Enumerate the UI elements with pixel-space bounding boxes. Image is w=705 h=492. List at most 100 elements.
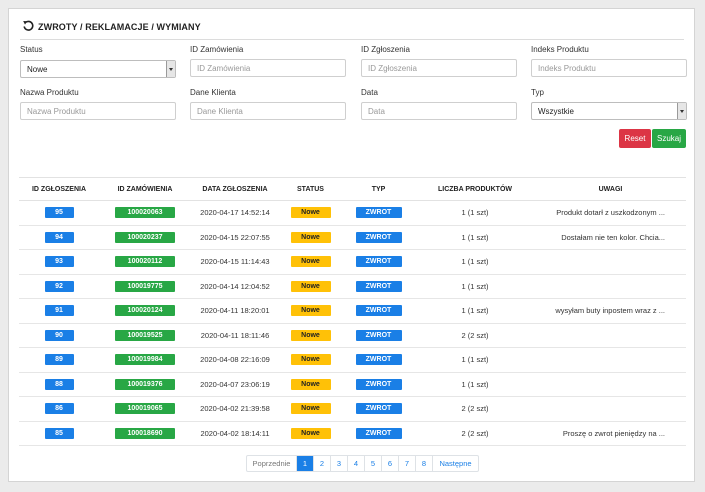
product-count: 1 (1 szt) xyxy=(415,298,535,324)
order-id-label: ID Zamówienia xyxy=(190,45,244,54)
status-select[interactable]: Nowe xyxy=(20,60,176,78)
request-id-badge[interactable]: 93 xyxy=(44,256,74,268)
product-index-label: Indeks Produktu xyxy=(531,45,589,54)
notes-text xyxy=(535,249,686,275)
type-badge: ZWROT xyxy=(355,280,402,292)
table-row[interactable]: 93 100020112 2020-04-15 11:14:43 Nowe ZW… xyxy=(19,249,686,275)
type-badge: ZWROT xyxy=(355,207,402,219)
status-badge: Nowe xyxy=(290,427,331,439)
order-id-badge[interactable]: 100020063 xyxy=(115,207,175,219)
type-select[interactable]: Wszystkie xyxy=(531,102,687,120)
request-id-badge[interactable]: 95 xyxy=(44,207,74,219)
status-badge: Nowe xyxy=(290,378,331,390)
product-count: 2 (2 szt) xyxy=(415,323,535,348)
pagination-page-1[interactable]: 1 xyxy=(297,456,314,471)
product-count: 1 (1 szt) xyxy=(415,372,535,397)
date-input[interactable]: Data xyxy=(361,102,517,120)
notes-text: Proszę o zwrot pieniędzy na ... xyxy=(535,421,686,446)
status-badge: Nowe xyxy=(290,329,331,341)
notes-text: wysyłam buty inpostem wraz z ... xyxy=(535,298,686,324)
product-name-input[interactable]: Nazwa Produktu xyxy=(20,102,176,120)
order-id-badge[interactable]: 100019065 xyxy=(115,403,175,415)
order-id-badge[interactable]: 100018690 xyxy=(115,427,175,439)
pagination-page-4[interactable]: 4 xyxy=(348,456,365,471)
col-header-date[interactable]: DATA ZGŁOSZENIA xyxy=(191,177,279,201)
order-id-badge[interactable]: 100020112 xyxy=(115,256,175,268)
pagination-page-2[interactable]: 2 xyxy=(314,456,331,471)
pagination-page-5[interactable]: 5 xyxy=(365,456,382,471)
pagination-next[interactable]: Następne xyxy=(433,456,478,471)
table-row[interactable]: 91 100020124 2020-04-11 18:20:01 Nowe ZW… xyxy=(19,298,686,324)
product-count: 2 (2 szt) xyxy=(415,421,535,446)
notes-text xyxy=(535,347,686,373)
table-row[interactable]: 85 100018690 2020-04-02 18:14:11 Nowe ZW… xyxy=(19,421,686,446)
request-id-badge[interactable]: 90 xyxy=(44,329,74,341)
request-date: 2020-04-15 11:14:43 xyxy=(191,249,279,275)
type-badge: ZWROT xyxy=(355,354,402,366)
order-id-badge[interactable]: 100019775 xyxy=(115,280,175,292)
request-id-input[interactable]: ID Zgłoszenia xyxy=(361,59,517,77)
select-arrow-icon xyxy=(677,103,686,119)
request-id-badge[interactable]: 94 xyxy=(44,231,74,243)
notes-text xyxy=(535,396,686,422)
type-badge: ZWROT xyxy=(355,231,402,243)
type-badge: ZWROT xyxy=(355,329,402,341)
col-header-order-id[interactable]: ID ZAMÓWIENIA xyxy=(99,177,191,201)
order-id-badge[interactable]: 100019376 xyxy=(115,378,175,390)
pagination-page-6[interactable]: 6 xyxy=(382,456,399,471)
col-header-type[interactable]: TYP xyxy=(342,177,415,201)
order-id-badge[interactable]: 100019984 xyxy=(115,354,175,366)
status-badge: Nowe xyxy=(290,280,331,292)
col-header-request-id[interactable]: ID ZGŁOSZENIA xyxy=(19,177,99,201)
notes-text xyxy=(535,323,686,348)
reset-button[interactable]: Reset xyxy=(619,129,651,148)
product-count: 1 (1 szt) xyxy=(415,200,535,226)
request-id-badge[interactable]: 89 xyxy=(44,354,74,366)
panel-header: ZWROTY / REKLAMACJE / WYMIANY xyxy=(20,17,684,40)
request-id-badge[interactable]: 88 xyxy=(44,378,74,390)
date-label: Data xyxy=(361,88,378,97)
pagination-prev[interactable]: Poprzednie xyxy=(247,456,297,471)
customer-input[interactable]: Dane Klienta xyxy=(190,102,346,120)
order-id-badge[interactable]: 100019525 xyxy=(115,329,175,341)
pagination-page-8[interactable]: 8 xyxy=(416,456,433,471)
refresh-icon xyxy=(23,20,34,31)
notes-text xyxy=(535,274,686,299)
pagination: Poprzednie 1 2 3 4 5 6 7 8 Następne xyxy=(246,455,479,472)
type-badge: ZWROT xyxy=(355,427,402,439)
table-row[interactable]: 89 100019984 2020-04-08 22:16:09 Nowe ZW… xyxy=(19,347,686,373)
table-row[interactable]: 90 100019525 2020-04-11 18:11:46 Nowe ZW… xyxy=(19,323,686,348)
table-row[interactable]: 94 100020237 2020-04-15 22:07:55 Nowe ZW… xyxy=(19,225,686,250)
request-id-badge[interactable]: 86 xyxy=(44,403,74,415)
request-id-badge[interactable]: 92 xyxy=(44,280,74,292)
returns-table: ID ZGŁOSZENIA ID ZAMÓWIENIA DATA ZGŁOSZE… xyxy=(19,177,686,446)
table-row[interactable]: 88 100019376 2020-04-07 23:06:19 Nowe ZW… xyxy=(19,372,686,397)
table-row[interactable]: 86 100019065 2020-04-02 21:39:58 Nowe ZW… xyxy=(19,396,686,422)
customer-label: Dane Klienta xyxy=(190,88,236,97)
request-date: 2020-04-02 18:14:11 xyxy=(191,421,279,446)
order-id-badge[interactable]: 100020237 xyxy=(115,231,175,243)
product-index-input[interactable]: Indeks Produktu xyxy=(531,59,687,77)
pagination-page-7[interactable]: 7 xyxy=(399,456,416,471)
order-id-input[interactable]: ID Zamówienia xyxy=(190,59,346,77)
order-id-badge[interactable]: 100020124 xyxy=(115,305,175,317)
page-title: ZWROTY / REKLAMACJE / WYMIANY xyxy=(38,22,201,32)
request-date: 2020-04-02 21:39:58 xyxy=(191,396,279,422)
pagination-page-3[interactable]: 3 xyxy=(331,456,348,471)
table-row[interactable]: 95 100020063 2020-04-17 14:52:14 Nowe ZW… xyxy=(19,200,686,226)
col-header-product-count[interactable]: LICZBA PRODUKTÓW xyxy=(415,177,535,201)
search-button[interactable]: Szukaj xyxy=(652,129,686,148)
product-count: 2 (2 szt) xyxy=(415,396,535,422)
col-header-notes[interactable]: UWAGI xyxy=(535,177,686,201)
status-badge: Nowe xyxy=(290,403,331,415)
request-date: 2020-04-08 22:16:09 xyxy=(191,347,279,373)
col-header-status[interactable]: STATUS xyxy=(279,177,342,201)
request-id-badge[interactable]: 85 xyxy=(44,427,74,439)
table-row[interactable]: 92 100019775 2020-04-14 12:04:52 Nowe ZW… xyxy=(19,274,686,299)
status-badge: Nowe xyxy=(290,256,331,268)
request-id-badge[interactable]: 91 xyxy=(44,305,74,317)
notes-text: Produkt dotarł z uszkodzonym ... xyxy=(535,200,686,226)
product-count: 1 (1 szt) xyxy=(415,274,535,299)
request-date: 2020-04-11 18:11:46 xyxy=(191,323,279,348)
product-count: 1 (1 szt) xyxy=(415,225,535,250)
